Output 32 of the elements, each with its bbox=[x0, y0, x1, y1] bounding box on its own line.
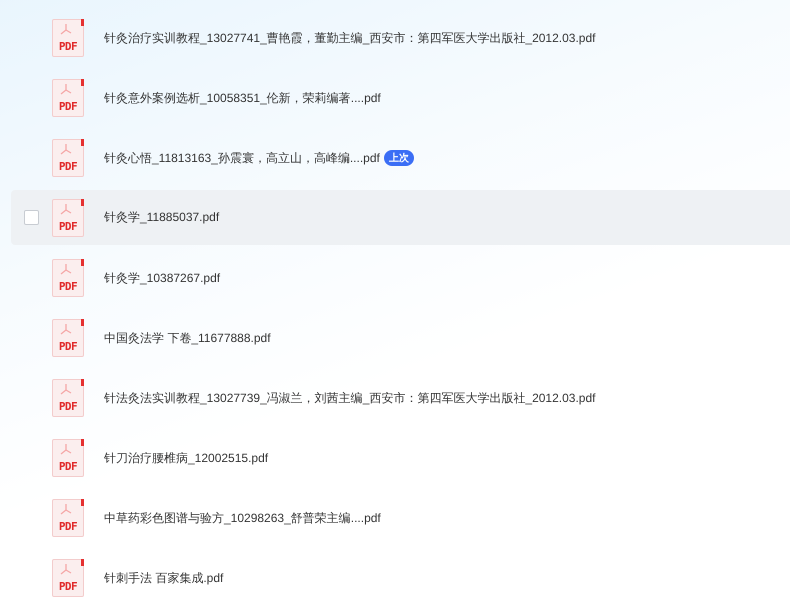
file-name[interactable]: 中草药彩色图谱与验方_10298263_舒普荣主编....pdf bbox=[104, 510, 381, 526]
file-row[interactable]: PDF 中草药彩色图谱与验方_10298263_舒普荣主编....pdf bbox=[11, 488, 790, 548]
pdf-file-icon: PDF bbox=[52, 319, 84, 357]
file-row[interactable]: PDF 针刀治疗腰椎病_12002515.pdf bbox=[11, 428, 790, 488]
file-name[interactable]: 针灸学_11885037.pdf bbox=[104, 209, 220, 226]
file-name[interactable]: 针灸心悟_11813163_孙震寰，高立山，高峰编....pdf bbox=[104, 150, 380, 166]
file-row[interactable]: PDF 中国灸法学 下卷_11677888.pdf bbox=[11, 308, 790, 368]
file-name[interactable]: 针灸学_10387267.pdf bbox=[104, 270, 220, 286]
pdf-file-icon: PDF bbox=[52, 259, 84, 297]
pdf-file-icon: PDF bbox=[52, 79, 84, 117]
pdf-file-icon: PDF bbox=[52, 499, 84, 537]
file-name[interactable]: 针灸治疗实训教程_13027741_曹艳霞，董勤主编_西安市：第四军医大学出版社_2012.03.pdf bbox=[104, 30, 596, 46]
file-row[interactable]: PDF 针灸学_11885037.pdf bbox=[11, 190, 790, 245]
file-row[interactable]: PDF 针灸学_10387267.pdf bbox=[11, 248, 790, 308]
file-name[interactable]: 中国灸法学 下卷_11677888.pdf bbox=[104, 330, 271, 346]
file-name[interactable]: 针灸意外案例选析_10058351_伦新，荣莉编著....pdf bbox=[104, 90, 381, 106]
file-name[interactable]: 针刺手法 百家集成.pdf bbox=[104, 570, 224, 586]
file-row[interactable]: PDF 针灸治疗实训教程_13027741_曹艳霞，董勤主编_西安市：第四军医大学出版社_2012.03.pdf bbox=[11, 8, 790, 68]
pdf-file-icon: PDF bbox=[52, 19, 84, 57]
pdf-file-icon: PDF bbox=[52, 198, 84, 236]
recent-badge: 上次 bbox=[384, 150, 414, 166]
file-row[interactable]: PDF 针刺手法 百家集成.pdf bbox=[11, 548, 790, 607]
pdf-file-icon: PDF bbox=[52, 379, 84, 417]
pdf-file-icon: PDF bbox=[52, 559, 84, 597]
file-row[interactable]: PDF 针灸意外案例选析_10058351_伦新，荣莉编著....pdf bbox=[11, 68, 790, 128]
file-row[interactable]: PDF 针灸心悟_11813163_孙震寰，高立山，高峰编....pdf 上次 bbox=[11, 128, 790, 188]
pdf-file-icon: PDF bbox=[52, 439, 84, 477]
checkbox[interactable] bbox=[24, 210, 39, 225]
file-row[interactable]: PDF 针法灸法实训教程_13027739_冯淑兰，刘茜主编_西安市：第四军医大学出版社_2012.03.pdf bbox=[11, 368, 790, 428]
file-name[interactable]: 针法灸法实训教程_13027739_冯淑兰，刘茜主编_西安市：第四军医大学出版社_2012.03.pdf bbox=[104, 390, 596, 406]
pdf-file-icon: PDF bbox=[52, 139, 84, 177]
file-name[interactable]: 针刀治疗腰椎病_12002515.pdf bbox=[104, 450, 268, 466]
